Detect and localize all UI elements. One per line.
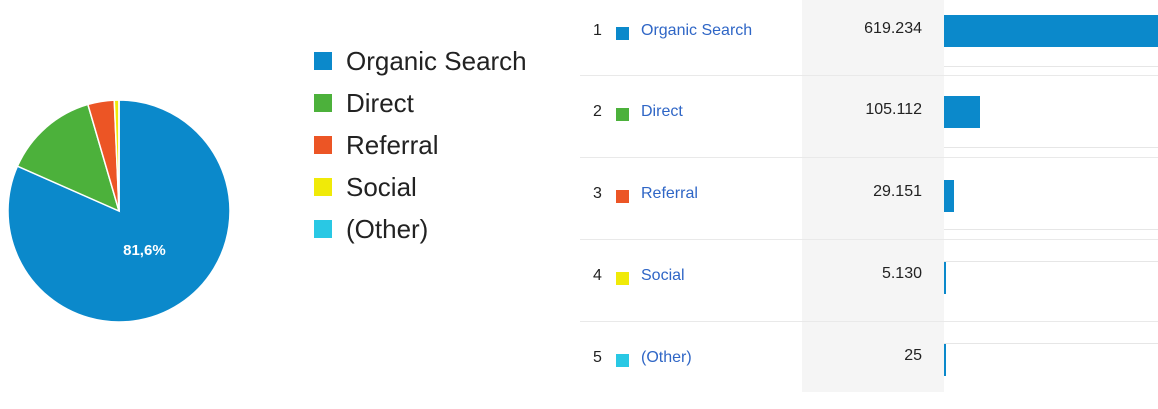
bar-track-line [944,229,1158,230]
row-value: 5.130 [802,265,922,283]
row-index: 3 [593,185,602,203]
row-swatch [616,108,629,121]
table-row: 2 Direct 105.112 [580,81,1158,163]
table-row: 3 Referral 29.151 [580,163,1158,245]
legend-label: Organic Search [346,46,527,77]
row-index: 4 [593,267,602,285]
bar [944,180,954,212]
table-row: 4 Social 5.130 [580,245,1158,327]
legend-swatch [314,94,332,112]
bar [944,15,1158,47]
bar-track-line [944,343,1158,344]
channel-link-social[interactable]: Social [641,267,685,285]
legend-item-organic-search[interactable]: Organic Search [314,40,527,82]
row-divider [580,321,1158,322]
channel-link-direct[interactable]: Direct [641,103,683,121]
channel-link-referral[interactable]: Referral [641,185,698,203]
bar [944,262,946,294]
table-row: 1 Organic Search 619.234 [580,0,1158,82]
bar-track-line [944,261,1158,262]
row-value: 25 [802,347,922,365]
bar [944,344,946,376]
row-swatch [616,190,629,203]
legend-swatch [314,178,332,196]
legend-item-other[interactable]: (Other) [314,208,527,250]
bar-track-line [944,66,1158,67]
legend-label: (Other) [346,214,428,245]
pie-legend: Organic Search Direct Referral Social (O… [314,40,527,250]
row-index: 5 [593,349,602,367]
row-swatch [616,27,629,40]
row-value: 105.112 [802,101,922,119]
bar [944,96,980,128]
row-swatch [616,272,629,285]
legend-item-direct[interactable]: Direct [314,82,527,124]
row-divider [580,75,1158,76]
legend-item-social[interactable]: Social [314,166,527,208]
row-index: 1 [593,22,602,40]
row-value: 29.151 [802,183,922,201]
legend-swatch [314,136,332,154]
row-index: 2 [593,103,602,121]
pie-slice-label: 81,6% [123,242,166,259]
channel-link-organic-search[interactable]: Organic Search [641,22,752,40]
bar-track-line [944,147,1158,148]
legend-swatch [314,220,332,238]
pie-chart: 81,6% [0,0,300,392]
row-value: 619.234 [802,20,922,38]
legend-label: Social [346,172,417,203]
row-swatch [616,354,629,367]
legend-label: Referral [346,130,438,161]
channel-link-other[interactable]: (Other) [641,349,692,367]
legend-swatch [314,52,332,70]
row-divider [580,239,1158,240]
legend-label: Direct [346,88,414,119]
channel-table: 1 Organic Search 619.234 2 Direct 105.11… [580,0,1158,392]
legend-item-referral[interactable]: Referral [314,124,527,166]
row-divider [580,157,1158,158]
table-row: 5 (Other) 25 [580,327,1158,409]
